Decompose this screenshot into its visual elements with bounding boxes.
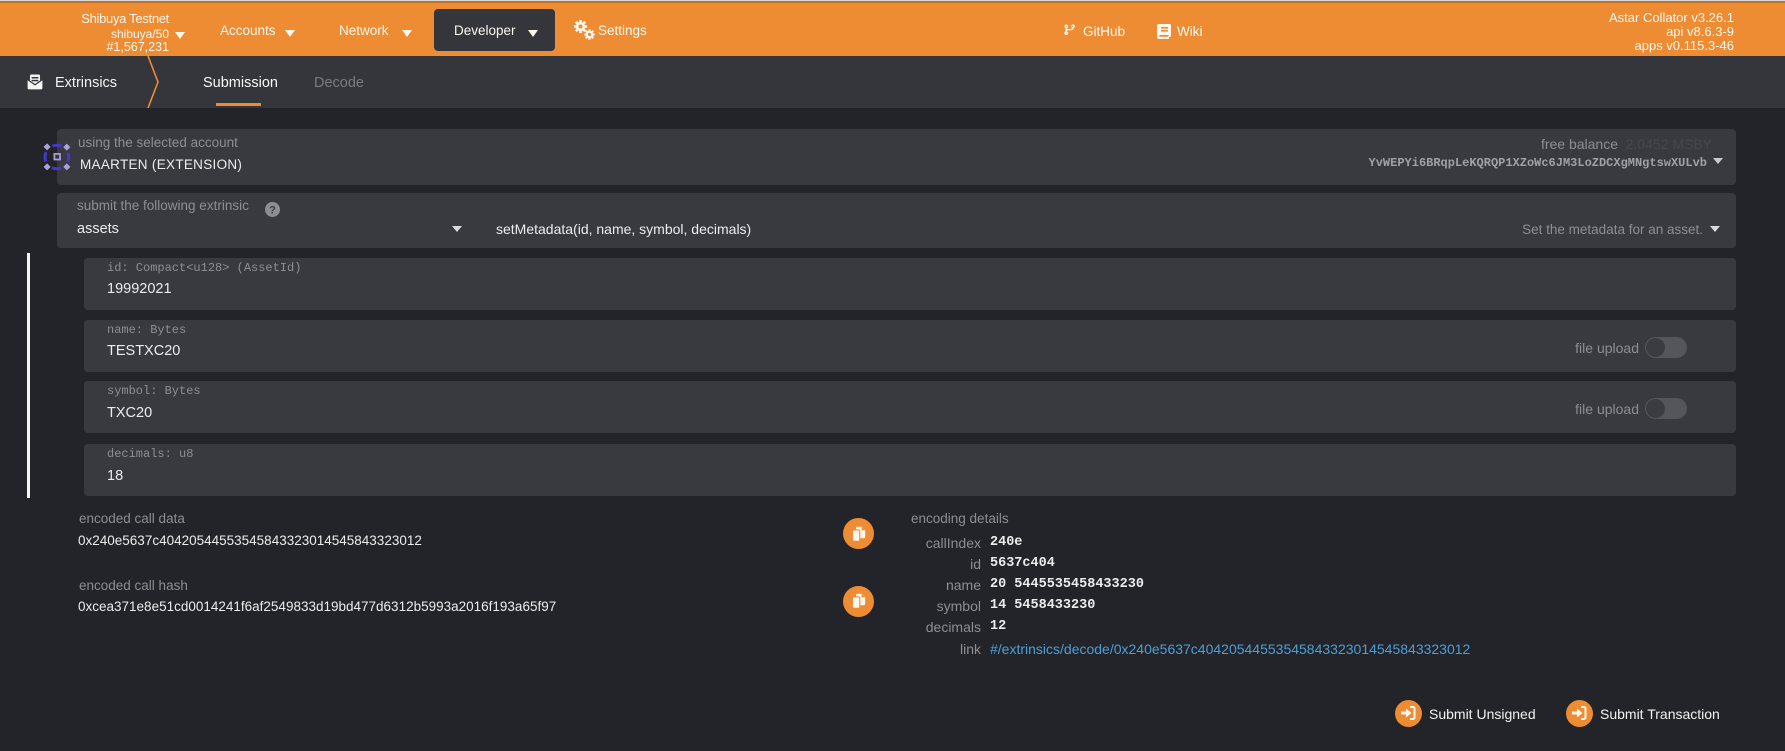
svg-text:?: ? bbox=[269, 205, 276, 217]
